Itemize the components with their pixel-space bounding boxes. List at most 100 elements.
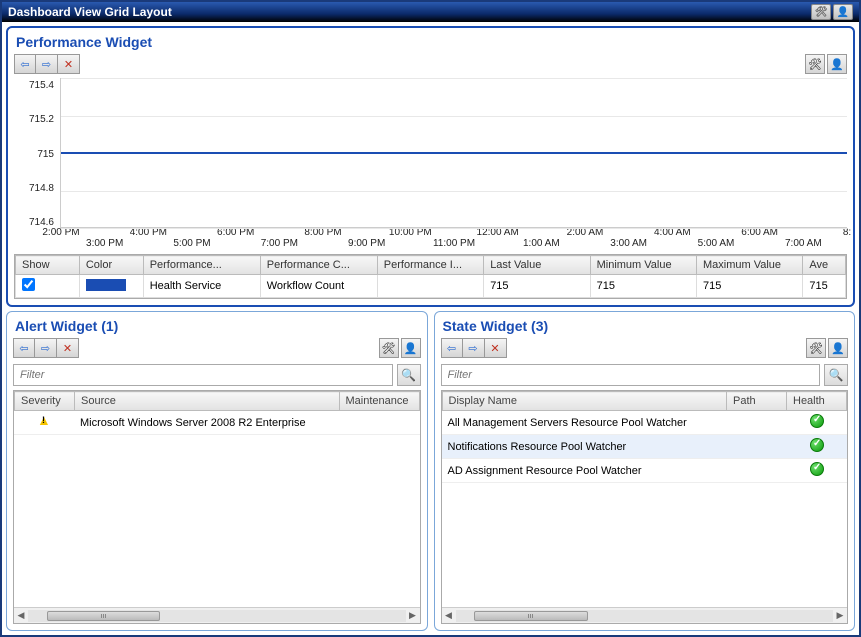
nav-back-button[interactable]: ⇦ [14,54,36,74]
search-icon: 🔍 [401,368,416,382]
table-row[interactable]: All Management Servers Resource Pool Wat… [442,411,848,435]
table-row[interactable]: Microsoft Windows Server 2008 R2 Enterpr… [14,411,420,435]
perf-cell: 715 [484,275,590,298]
scroll-right-icon[interactable]: ▶ [833,610,847,621]
alert-user-button[interactable]: 👤 [401,338,421,358]
state-display-name: Notifications Resource Pool Watcher [442,435,728,459]
state-settings-button[interactable]: 🛠 [806,338,826,358]
alert-hscrollbar[interactable]: ◀ ▶ [14,607,420,623]
y-tick: 715.4 [29,80,54,91]
settings-icon[interactable]: 🛠 [811,4,831,20]
perf-cell: 715 [590,275,696,298]
widget-settings-button[interactable]: 🛠 [805,54,825,74]
x-tick: 7:00 PM [261,238,298,249]
state-display-name: AD Assignment Resource Pool Watcher [442,459,728,483]
column-header[interactable]: Severity [15,392,75,411]
y-tick: 714.8 [29,183,54,194]
column-header[interactable]: Health [787,392,847,411]
widget-user-button[interactable]: 👤 [827,54,847,74]
perf-cell: 715 [803,275,846,298]
performance-widget: Performance Widget ⇦ ⇨ ✕ 🛠 👤 715.4715.27… [6,26,855,307]
perf-header-row: ShowColorPerformance...Performance C...P… [16,256,846,275]
alert-source: Microsoft Windows Server 2008 R2 Enterpr… [74,411,340,435]
wrench-icon: 🛠 [382,342,396,355]
state-widget-title: State Widget (3) [443,318,849,334]
dashboard-window: Dashboard View Grid Layout 🛠 👤 Performan… [0,0,861,637]
column-header[interactable]: Performance C... [260,256,377,275]
arrow-left-icon: ⇦ [19,342,28,355]
perf-cell [79,275,143,298]
person-icon: 👤 [404,342,418,355]
scroll-left-icon[interactable]: ◀ [14,610,28,621]
wrench-icon: 🛠 [808,58,822,71]
lower-row: Alert Widget (1) ⇦ ⇨ ✕ 🛠 👤 🔍 [6,311,855,631]
column-header[interactable]: Last Value [484,256,590,275]
column-header[interactable]: Minimum Value [590,256,696,275]
performance-chart: 715.4715.2715714.8714.6 2:00 PM4:00 PM6:… [14,78,847,248]
column-header[interactable]: Display Name [442,392,727,411]
close-icon: ✕ [63,342,72,355]
perf-data-row[interactable]: Health ServiceWorkflow Count715715715715 [16,275,846,298]
health-ok-icon [810,414,824,428]
chart-plot-area: 2:00 PM4:00 PM6:00 PM8:00 PM10:00 PM12:0… [60,78,847,228]
x-tick: 5:00 AM [698,238,735,249]
column-header[interactable]: Maximum Value [697,256,803,275]
column-header[interactable]: Performance... [143,256,260,275]
x-tick: 9:00 PM [348,238,385,249]
table-row[interactable]: Notifications Resource Pool Watcher [442,435,848,459]
user-icon[interactable]: 👤 [833,4,853,20]
x-tick: 1:00 AM [523,238,560,249]
titlebar: Dashboard View Grid Layout 🛠 👤 [2,2,859,22]
state-display-name: All Management Servers Resource Pool Wat… [442,411,728,435]
column-header[interactable]: Path [727,392,787,411]
column-header[interactable]: Color [79,256,143,275]
column-header[interactable]: Maintenance [339,392,419,411]
column-header[interactable]: Show [16,256,80,275]
arrow-right-icon: ⇨ [468,342,477,355]
search-icon: 🔍 [829,368,844,382]
arrow-right-icon: ⇨ [41,342,50,355]
state-user-button[interactable]: 👤 [828,338,848,358]
chart-y-axis: 715.4715.2715714.8714.6 [14,78,60,248]
scroll-left-icon[interactable]: ◀ [442,610,456,621]
state-filter-input[interactable] [441,364,821,386]
state-grid: Display NamePathHealth All Management Se… [441,390,849,624]
arrow-right-icon: ⇨ [42,58,51,71]
x-tick: 5:00 PM [173,238,210,249]
performance-legend-grid: ShowColorPerformance...Performance C...P… [14,254,847,299]
table-row[interactable]: AD Assignment Resource Pool Watcher [442,459,848,483]
state-hscrollbar[interactable]: ◀ ▶ [442,607,848,623]
alert-nav-forward[interactable]: ⇨ [35,338,57,358]
x-tick: 3:00 AM [610,238,647,249]
y-tick: 715 [37,149,54,160]
person-icon: 👤 [831,342,845,355]
column-header[interactable]: Performance I... [377,256,483,275]
column-header[interactable]: Source [75,392,340,411]
alert-settings-button[interactable]: 🛠 [379,338,399,358]
perf-cell: Health Service [143,275,260,298]
alert-nav-back[interactable]: ⇦ [13,338,35,358]
alert-header-row: SeveritySourceMaintenance [15,392,420,411]
nav-close-button[interactable]: ✕ [58,54,80,74]
warning-icon [37,414,51,428]
alert-grid: SeveritySourceMaintenance Microsoft Wind… [13,390,421,624]
nav-forward-button[interactable]: ⇨ [36,54,58,74]
state-nav-close[interactable]: ✕ [485,338,507,358]
window-title: Dashboard View Grid Layout [8,5,172,19]
state-nav-forward[interactable]: ⇨ [463,338,485,358]
alert-nav-close[interactable]: ✕ [57,338,79,358]
x-tick: 3:00 PM [86,238,123,249]
perf-cell [16,275,80,298]
x-tick: 7:00 AM [785,238,822,249]
alert-search-button[interactable]: 🔍 [397,364,421,386]
alert-filter-input[interactable] [13,364,393,386]
perf-cell: Workflow Count [260,275,377,298]
person-icon: 👤 [830,58,844,71]
column-header[interactable]: Ave [803,256,846,275]
scroll-right-icon[interactable]: ▶ [406,610,420,621]
performance-widget-title: Performance Widget [16,34,847,50]
show-checkbox[interactable] [22,278,35,291]
state-nav-back[interactable]: ⇦ [441,338,463,358]
state-search-button[interactable]: 🔍 [824,364,848,386]
titlebar-tools: 🛠 👤 [811,4,853,20]
